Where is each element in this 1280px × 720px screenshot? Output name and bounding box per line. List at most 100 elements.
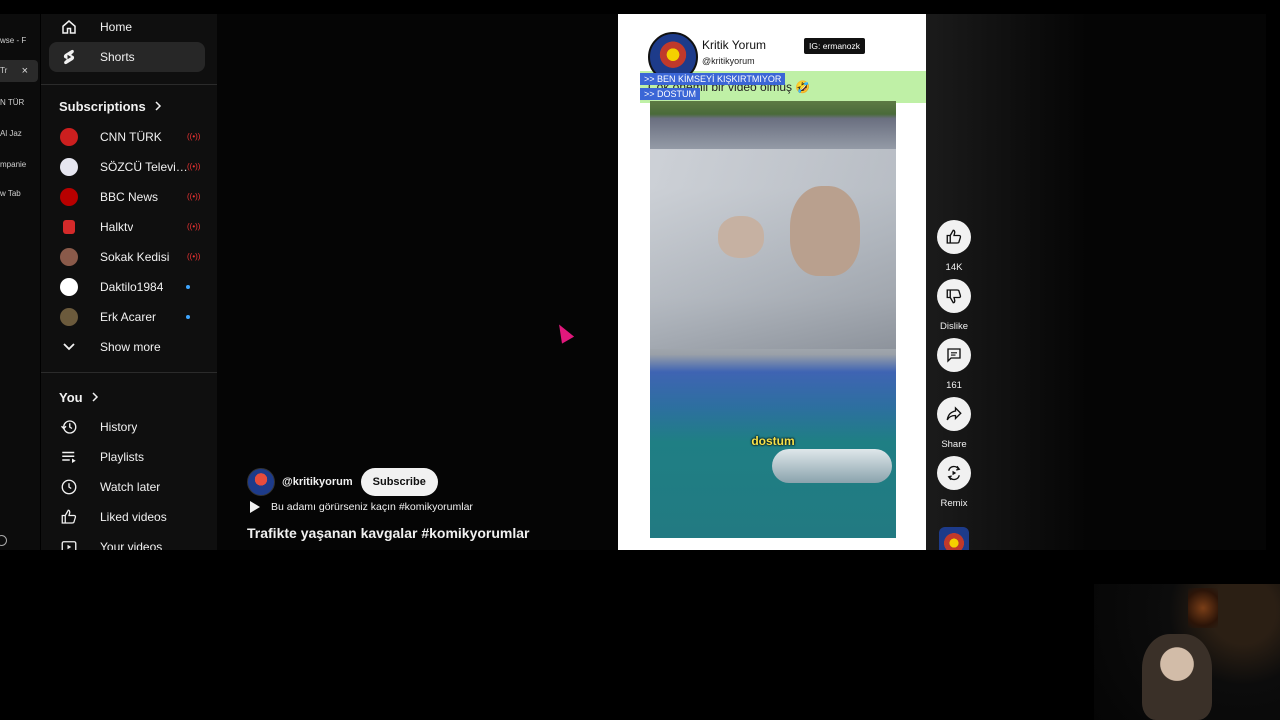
browser-tab[interactable]: mpanie bbox=[0, 160, 26, 169]
short-title[interactable]: Trafikte yaşanan kavgalar #komikyorumlar bbox=[247, 525, 529, 541]
you-header[interactable]: You bbox=[59, 390, 99, 405]
sidebar-item-label: Halktv bbox=[100, 220, 134, 234]
sidebar-item-label: History bbox=[100, 420, 138, 434]
home-icon bbox=[59, 17, 79, 37]
comment-count: 161 bbox=[946, 380, 962, 391]
video-subtitle: dostum bbox=[751, 434, 795, 448]
like-count: 14K bbox=[945, 262, 963, 273]
share-button[interactable] bbox=[937, 397, 971, 431]
person-hand bbox=[718, 216, 764, 258]
subscriptions-title: Subscriptions bbox=[59, 99, 146, 114]
sidebar-item-subscription[interactable]: BBC News ((•)) bbox=[49, 182, 205, 212]
browser-tab[interactable]: w Tab bbox=[0, 189, 21, 198]
like-button[interactable] bbox=[937, 220, 971, 254]
creator-handle: @kritikyorum bbox=[702, 56, 755, 66]
avatar bbox=[60, 188, 78, 206]
new-content-dot bbox=[186, 285, 190, 289]
sidebar-item-home[interactable]: Home bbox=[49, 14, 205, 42]
subscribe-button[interactable]: Subscribe bbox=[360, 468, 438, 496]
share-action: Share bbox=[937, 397, 971, 450]
creator-name: Kritik Yorum bbox=[702, 38, 767, 52]
browser-tab-strip: wse - F Tr × N TÜR Al Jaz mpanie w Tab bbox=[0, 14, 40, 550]
instagram-badge: IG: ermanozk bbox=[804, 38, 866, 54]
sidebar-item-history[interactable]: History bbox=[49, 412, 205, 442]
video-frame: dostum bbox=[650, 101, 896, 538]
sidebar-item-label: Shorts bbox=[100, 50, 135, 64]
playlists-icon bbox=[59, 447, 79, 467]
play-icon bbox=[250, 501, 260, 513]
avatar bbox=[60, 248, 78, 266]
sound-avatar[interactable] bbox=[939, 527, 969, 550]
avatar bbox=[60, 158, 78, 176]
avatar bbox=[60, 128, 78, 146]
remix-label: Remix bbox=[940, 498, 968, 509]
sidebar-item-label: BBC News bbox=[100, 190, 159, 204]
comments-button[interactable] bbox=[937, 338, 971, 372]
sidebar-item-subscription[interactable]: Daktilo1984 bbox=[49, 272, 205, 302]
clock-icon bbox=[59, 477, 79, 497]
webcam-overlay bbox=[1094, 584, 1280, 720]
description-row[interactable]: Bu adamı görürseniz kaçın #komikyorumlar bbox=[247, 501, 567, 513]
overlay-text: >> BEN KİMSEYİ KIŞKIRTMIYOR bbox=[640, 73, 786, 85]
subscriptions-header[interactable]: Subscriptions bbox=[59, 99, 162, 114]
sidebar-item-subscription[interactable]: Halktv ((•)) bbox=[49, 212, 205, 242]
overlay-text: >> DOSTUM bbox=[640, 88, 701, 100]
remix-button[interactable] bbox=[937, 456, 971, 490]
remix-icon bbox=[947, 465, 961, 481]
close-icon[interactable]: × bbox=[22, 60, 28, 82]
thumbs-up-icon bbox=[946, 229, 962, 244]
sidebar-item-shorts[interactable]: Shorts bbox=[49, 42, 205, 72]
thumbs-up-icon bbox=[59, 507, 79, 527]
chevron-right-icon bbox=[154, 99, 162, 114]
channel-handle[interactable]: @kritikyorum bbox=[282, 476, 353, 488]
sidebar-item-subscription[interactable]: Sokak Kedisi ((•)) bbox=[49, 242, 205, 272]
dislike-action: Dislike bbox=[937, 279, 971, 332]
comments-action: 161 bbox=[937, 338, 971, 391]
short-description: Bu adamı görürseniz kaçın #komikyorumlar bbox=[271, 501, 473, 513]
channel-row: @kritikyorum Subscribe bbox=[247, 467, 507, 497]
avatar bbox=[60, 278, 78, 296]
avatar[interactable] bbox=[247, 468, 275, 496]
sidebar-item-label: Your videos bbox=[100, 540, 163, 550]
share-label: Share bbox=[941, 439, 967, 450]
new-content-dot bbox=[186, 315, 190, 319]
live-icon: ((•)) bbox=[187, 192, 201, 201]
browser-tab[interactable]: N TÜR bbox=[0, 98, 24, 107]
you-title: You bbox=[59, 390, 83, 405]
sidebar-item-subscription[interactable]: SÖZCÜ Televizyo... ((•)) bbox=[49, 152, 205, 182]
browser-tab-label: Tr bbox=[0, 66, 8, 75]
chevron-down-icon bbox=[59, 337, 79, 357]
remix-action: Remix bbox=[937, 456, 971, 509]
live-icon: ((•)) bbox=[187, 162, 201, 171]
shorts-icon bbox=[59, 47, 79, 67]
sidebar-item-label: Erk Acarer bbox=[100, 310, 157, 324]
door-handle bbox=[772, 449, 892, 483]
avatar bbox=[63, 220, 75, 234]
comment-icon bbox=[947, 348, 961, 363]
sidebar-item-subscription[interactable]: Erk Acarer bbox=[49, 302, 205, 332]
sidebar-item-label: SÖZCÜ Televizyo... bbox=[100, 160, 188, 174]
sidebar-item-label: Playlists bbox=[100, 450, 145, 464]
show-more-button[interactable]: Show more bbox=[49, 332, 205, 362]
history-icon bbox=[59, 417, 79, 437]
show-more-label: Show more bbox=[100, 340, 161, 354]
lamp-glow bbox=[1188, 588, 1218, 628]
browser-tab[interactable]: Al Jaz bbox=[0, 129, 22, 138]
browser-tab[interactable]: wse - F bbox=[0, 36, 26, 45]
sidebar-item-label: Home bbox=[100, 20, 133, 34]
dislike-button[interactable] bbox=[937, 279, 971, 313]
sidebar-item-subscription[interactable]: CNN TÜRK ((•)) bbox=[49, 122, 205, 152]
sidebar-item-label: Daktilo1984 bbox=[100, 280, 164, 294]
sidebar-item-watch-later[interactable]: Watch later bbox=[49, 472, 205, 502]
live-icon: ((•)) bbox=[187, 252, 201, 261]
sidebar-item-label: Watch later bbox=[100, 480, 161, 494]
browser-tab-active[interactable]: Tr × bbox=[0, 60, 38, 82]
short-player[interactable]: Çok önemli bir video olmuş 🤣 Kritik Yoru… bbox=[618, 14, 926, 550]
chevron-right-icon bbox=[91, 390, 99, 405]
browser-settings-icon[interactable] bbox=[0, 535, 7, 546]
sidebar-item-liked-videos[interactable]: Liked videos bbox=[49, 502, 205, 532]
sidebar-item-playlists[interactable]: Playlists bbox=[49, 442, 205, 472]
sidebar-item-your-videos[interactable]: Your videos bbox=[49, 532, 205, 550]
live-icon: ((•)) bbox=[187, 132, 201, 141]
video-icon bbox=[59, 537, 79, 550]
